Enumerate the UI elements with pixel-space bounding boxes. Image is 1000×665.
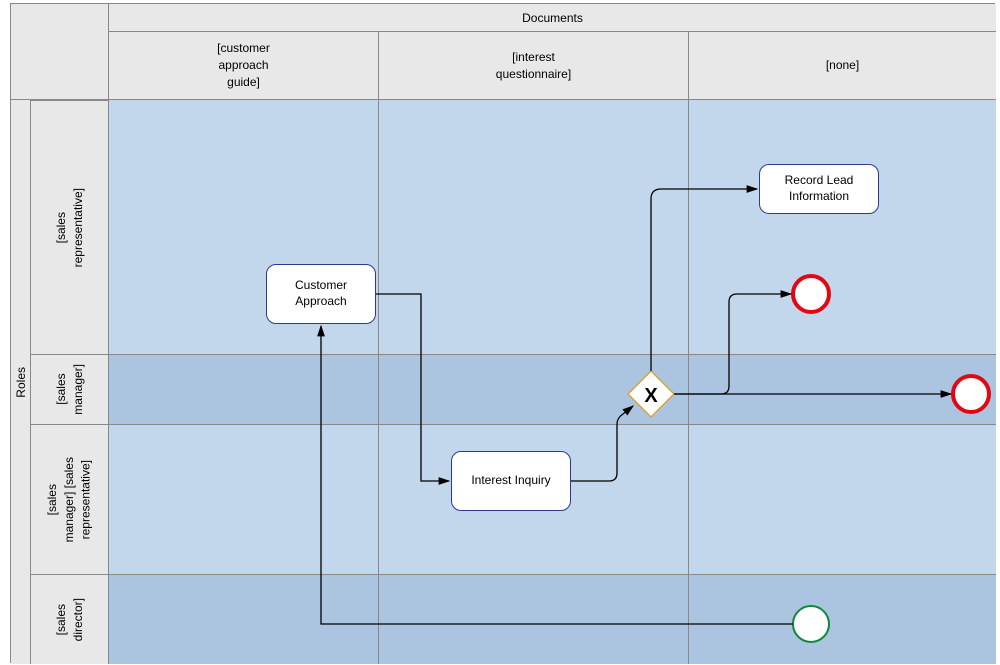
column-header-3: [none]	[689, 32, 996, 100]
cell-r2-c1	[109, 355, 379, 425]
row-group-header: Roles	[11, 100, 31, 664]
cell-r4-c1	[109, 575, 379, 664]
row-group-label: Roles	[14, 367, 28, 398]
cell-r1-c2	[379, 100, 689, 355]
cell-r2-c3	[689, 355, 996, 425]
row-header-2-label: [sales manager]	[53, 364, 87, 415]
task-record-lead[interactable]: Record Lead Information	[759, 164, 879, 214]
column-header-2: [interest questionnaire]	[379, 32, 689, 100]
task-customer-approach[interactable]: Customer Approach	[266, 264, 376, 324]
corner-cell	[11, 4, 109, 100]
cell-r1-c3	[689, 100, 996, 355]
column-header-1: [customer approach guide]	[109, 32, 379, 100]
row-header-1: [sales representative]	[31, 100, 109, 355]
row-header-4: [sales director]	[31, 575, 109, 664]
cell-r4-c3	[689, 575, 996, 664]
cell-r3-c3	[689, 425, 996, 575]
column-group-label: Documents	[522, 11, 583, 25]
column-header-3-label: [none]	[826, 57, 859, 74]
column-header-1-label: [customer approach guide]	[217, 40, 270, 90]
task-interest-inquiry[interactable]: Interest Inquiry	[451, 451, 571, 511]
row-header-1-label: [sales representative]	[53, 188, 87, 267]
cell-r4-c2	[379, 575, 689, 664]
row-header-4-label: [sales director]	[53, 598, 87, 641]
row-header-3-label: [sales manager] [sales representative]	[44, 457, 94, 542]
column-group-header: Documents	[109, 4, 996, 32]
row-header-2: [sales manager]	[31, 355, 109, 425]
row-header-3: [sales manager] [sales representative]	[31, 425, 109, 575]
column-header-2-label: [interest questionnaire]	[496, 49, 571, 83]
swimlane-diagram: Documents [customer approach guide] [int…	[10, 3, 995, 663]
cell-r3-c1	[109, 425, 379, 575]
cell-r2-c2	[379, 355, 689, 425]
